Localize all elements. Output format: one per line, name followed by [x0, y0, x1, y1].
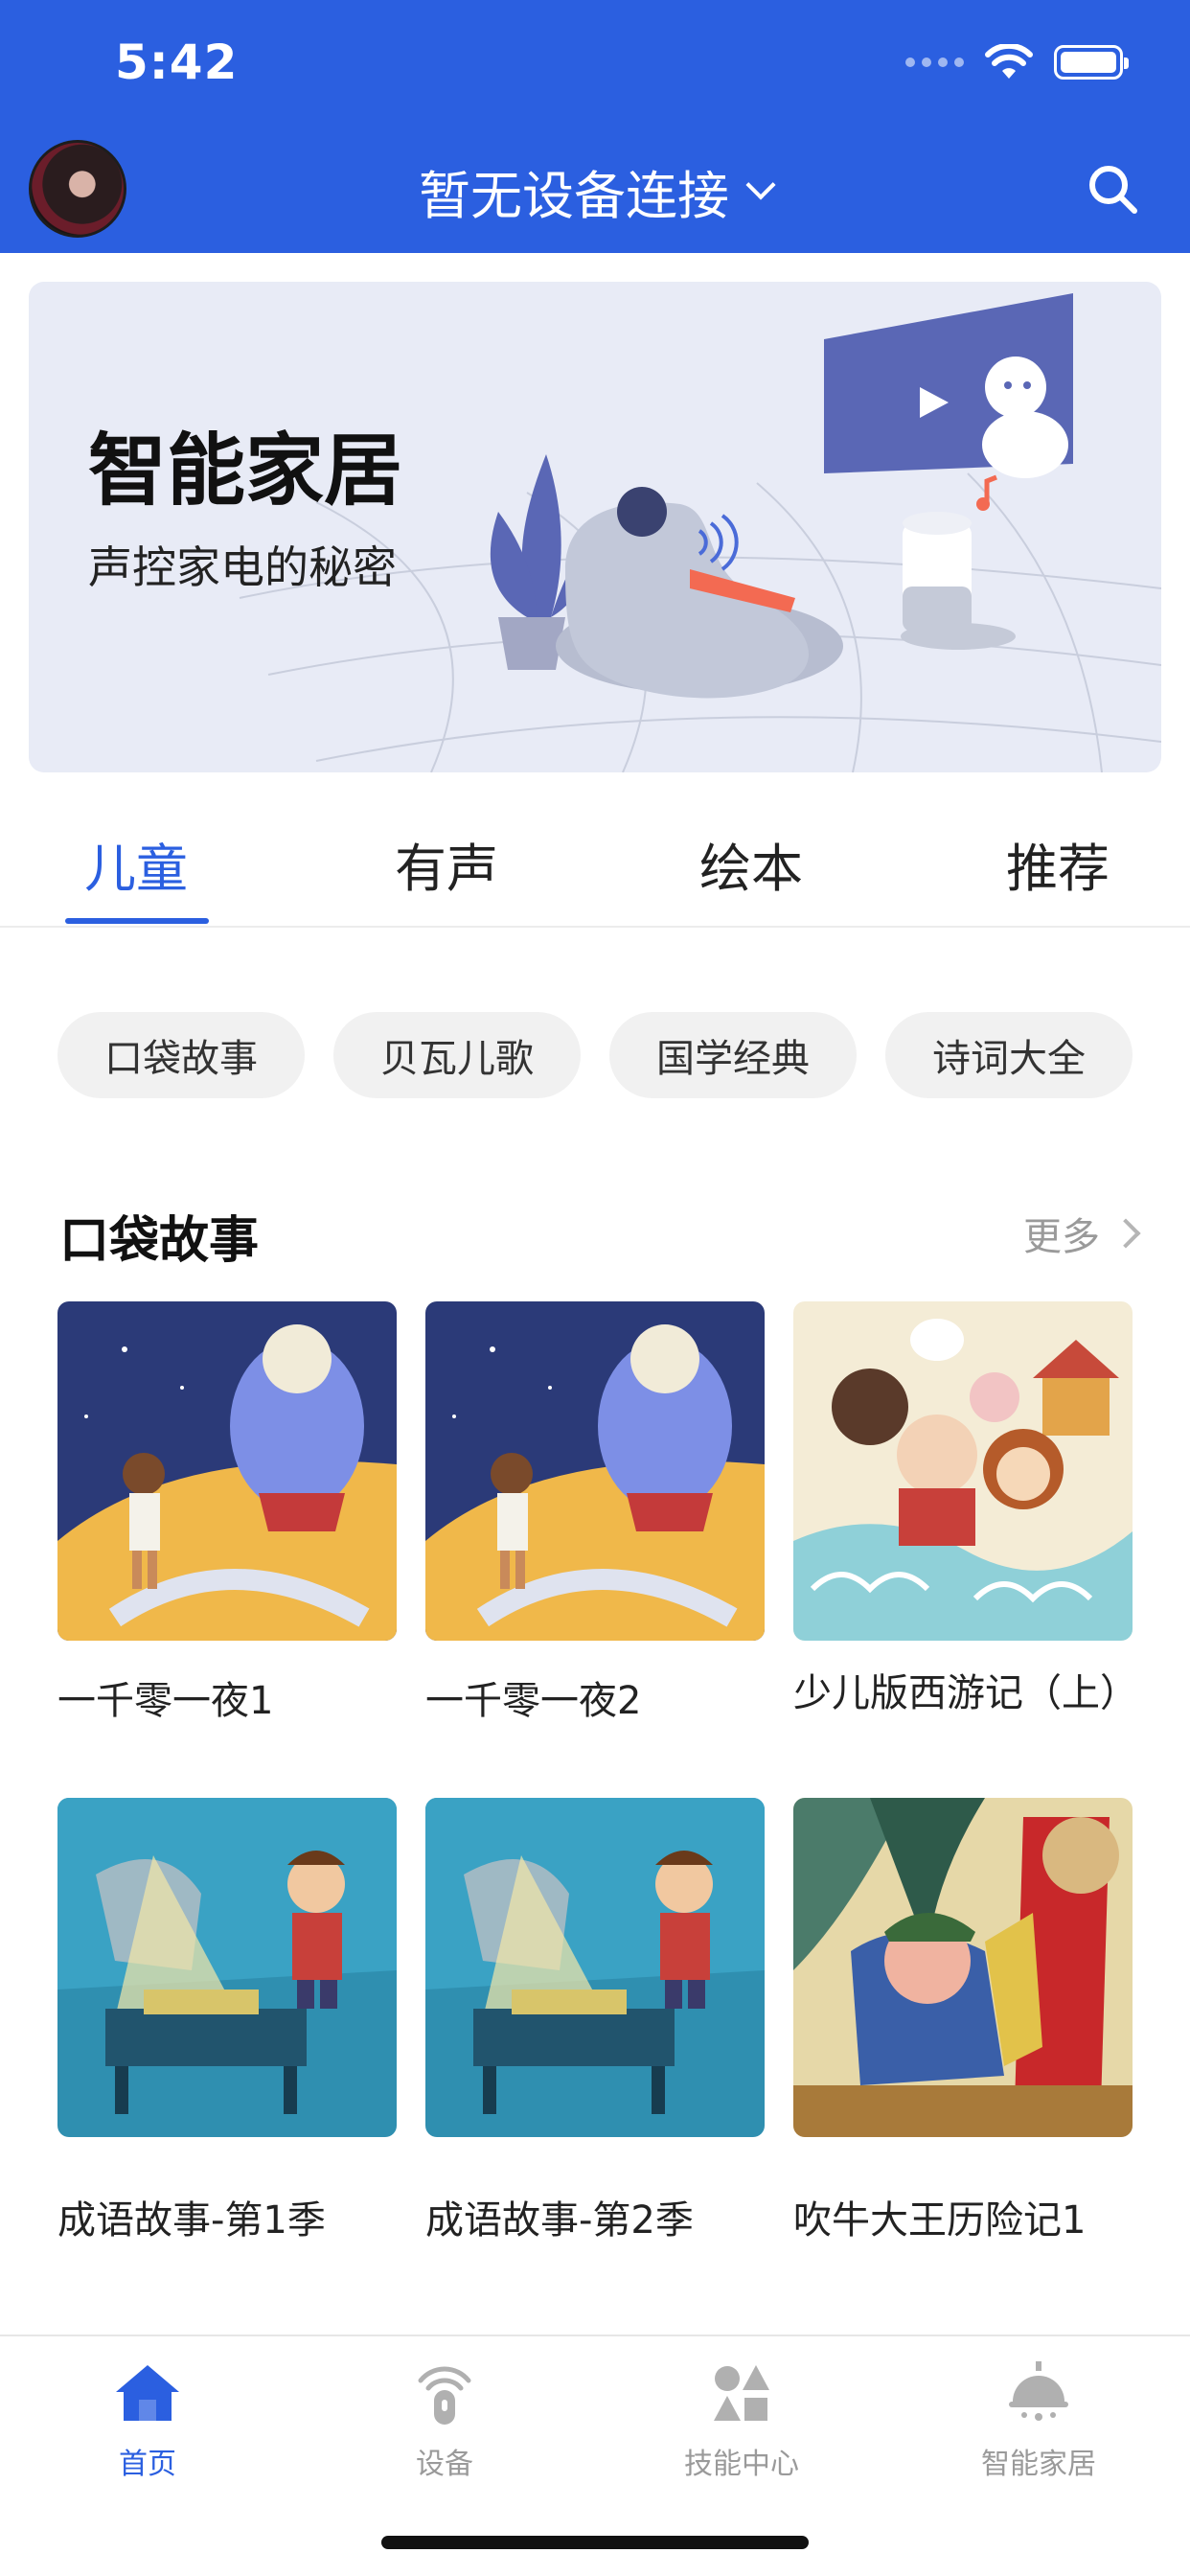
active-tab-indicator — [65, 918, 209, 924]
device-selector[interactable]: 暂无设备连接 — [0, 153, 1190, 229]
category-tabs: 儿童 有声 绘本 推荐 — [0, 815, 1190, 928]
section-title: 口袋故事 — [59, 1212, 260, 1270]
search-icon[interactable] — [1085, 161, 1142, 218]
chip-poetry[interactable]: 诗词大全 — [885, 1012, 1133, 1098]
story-card[interactable]: 少儿版西游记（上） — [793, 1301, 1138, 1717]
story-cover-image — [425, 1301, 765, 1641]
device-selector-label: 暂无设备连接 — [419, 166, 729, 226]
story-title: 成语故事-第2季 — [425, 2198, 694, 2242]
story-card[interactable]: 一千零一夜1 — [57, 1301, 397, 1725]
nav-home[interactable]: 首页 — [52, 2358, 243, 2482]
bell-icon — [1009, 2361, 1068, 2421]
chip-chinese-classics[interactable]: 国学经典 — [609, 1012, 857, 1098]
chip-children-songs[interactable]: 贝瓦儿歌 — [333, 1012, 581, 1098]
wifi-icon — [985, 44, 1033, 79]
story-card[interactable]: 成语故事-第1季 — [57, 1798, 397, 2244]
story-title: 一千零一夜2 — [425, 1679, 642, 1723]
story-title: 成语故事-第1季 — [57, 2198, 326, 2242]
tab-recommended[interactable]: 推荐 — [1006, 826, 1110, 902]
status-time: 5:42 — [115, 34, 239, 90]
tab-audio[interactable]: 有声 — [395, 826, 498, 902]
smart-home-illustration — [239, 293, 1161, 772]
nav-devices-label: 设备 — [416, 2448, 473, 2481]
nav-smart-home[interactable]: 智能家居 — [943, 2358, 1134, 2482]
nav-skills-label: 技能中心 — [684, 2448, 799, 2481]
cellular-signal-icon — [905, 58, 964, 67]
story-card[interactable]: 成语故事-第2季 — [425, 1798, 765, 2244]
banner-title: 智能家居 — [88, 426, 403, 517]
speaker-icon — [418, 2366, 471, 2425]
home-indicator — [381, 2536, 809, 2549]
app-header: 5:42 暂无设备连接 — [0, 0, 1190, 253]
chevron-right-icon — [1110, 1218, 1141, 1249]
story-cover-image — [793, 1301, 1133, 1641]
story-card[interactable]: 吹牛大王历险记1 — [793, 1798, 1133, 2244]
chevron-down-icon — [745, 169, 776, 200]
story-cover-image — [57, 1301, 397, 1641]
story-cover-image — [57, 1798, 397, 2137]
story-card[interactable]: 一千零一夜2 — [425, 1301, 765, 1725]
chip-pocket-stories[interactable]: 口袋故事 — [57, 1012, 305, 1098]
status-icons — [905, 44, 1129, 80]
story-cover-image — [793, 1798, 1133, 2137]
nav-smart-home-label: 智能家居 — [981, 2448, 1096, 2481]
banner-subtitle: 声控家电的秘密 — [88, 541, 397, 593]
nav-skills[interactable]: 技能中心 — [646, 2358, 837, 2482]
promo-banner[interactable]: 智能家居 声控家电的秘密 — [29, 282, 1161, 772]
story-title: 少儿版西游记（上） — [793, 1671, 1138, 1715]
more-link[interactable]: 更多 — [1023, 1206, 1141, 1261]
story-title: 一千零一夜1 — [57, 1679, 274, 1723]
battery-icon — [1054, 45, 1129, 80]
tab-children[interactable]: 儿童 — [84, 826, 188, 902]
subcategory-chips: 口袋故事 贝瓦儿歌 国学经典 诗词大全 — [57, 1012, 1133, 1098]
nav-home-label: 首页 — [119, 2448, 176, 2481]
story-cover-image — [425, 1798, 765, 2137]
more-label: 更多 — [1023, 1215, 1100, 1259]
shapes-icon — [714, 2365, 769, 2421]
nav-devices[interactable]: 设备 — [349, 2358, 540, 2482]
tab-picture-books[interactable]: 绘本 — [699, 826, 803, 902]
home-icon — [116, 2365, 179, 2421]
story-title: 吹牛大王历险记1 — [793, 2198, 1087, 2242]
